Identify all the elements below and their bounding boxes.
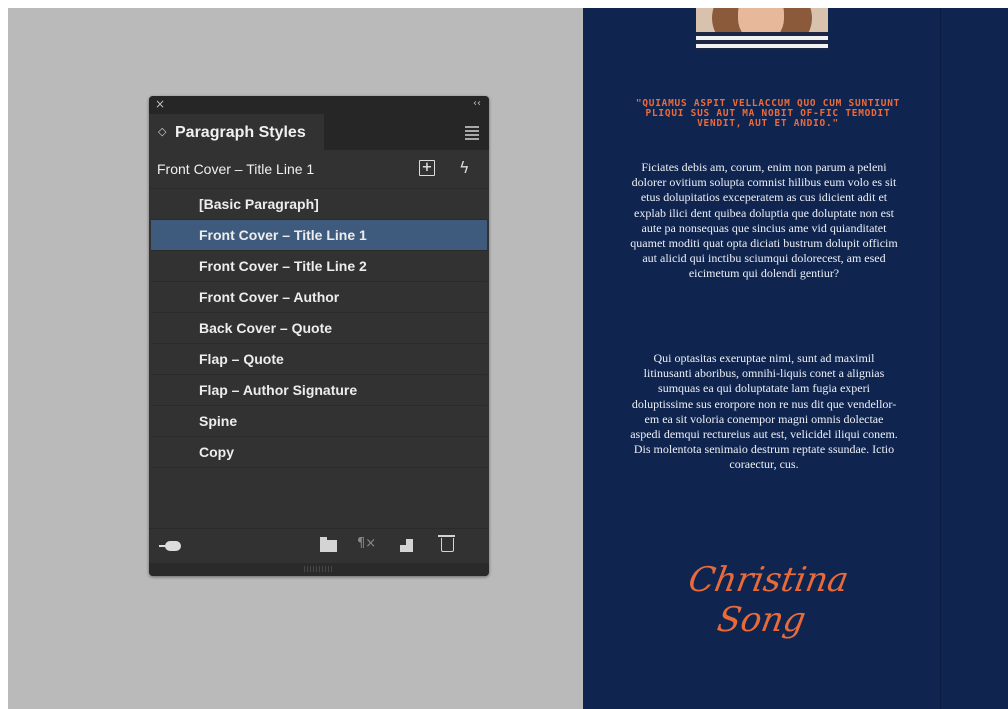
list-item-label: Spine <box>199 413 238 429</box>
tab-expand-icon: ◇ <box>158 125 167 138</box>
list-item-label: Front Cover – Title Line 2 <box>199 258 367 274</box>
tab-paragraph-styles[interactable]: ◇ Paragraph Styles <box>149 114 324 150</box>
flap-body-paragraph-1: Ficiates debis am, corum, enim non parum… <box>630 160 898 281</box>
clear-overrides-icon[interactable]: ¶× <box>357 536 376 551</box>
list-item[interactable]: Back Cover – Quote <box>151 313 487 344</box>
list-item-label: Copy <box>199 444 234 460</box>
flap-quote: "QUIAMUS ASPIT VELLACCUM QUO CUM SUNTIUN… <box>635 98 901 129</box>
collapse-panel-icon[interactable]: ‹‹ <box>473 98 481 109</box>
list-item[interactable]: Flap – Author Signature <box>151 375 487 406</box>
new-style-group-icon[interactable]: + <box>419 160 435 176</box>
close-icon[interactable]: × <box>155 97 165 111</box>
cloud-library-icon[interactable] <box>159 539 181 551</box>
current-style-bar: Front Cover – Title Line 1 + ϟ <box>149 150 489 189</box>
photo-striped-shirt <box>696 32 828 50</box>
list-item-label: Back Cover – Quote <box>199 320 333 336</box>
list-item-selected[interactable]: Front Cover – Title Line 1 <box>151 220 487 251</box>
list-item-label: Flap – Quote <box>199 351 284 367</box>
folder-icon[interactable] <box>320 537 337 552</box>
list-item-label: Front Cover – Title Line 1 <box>199 227 367 243</box>
panel-footer: ¶× <box>149 528 489 563</box>
list-item[interactable]: Flap – Quote <box>151 344 487 375</box>
flap-fold-line <box>940 8 941 709</box>
list-item-label: Front Cover – Author <box>199 289 340 305</box>
quick-apply-icon[interactable]: ϟ <box>459 158 470 177</box>
panel-resize-bar <box>149 563 489 576</box>
panel-menu-icon[interactable] <box>465 126 479 142</box>
tab-label: Paragraph Styles <box>175 124 306 141</box>
panel-title-bar: × ‹‹ <box>149 96 489 114</box>
author-photo <box>696 8 828 50</box>
panel-tab-row: ◇ Paragraph Styles <box>149 114 489 150</box>
list-item[interactable]: Front Cover – Author <box>151 282 487 313</box>
author-signature: Christina Song <box>685 560 852 640</box>
current-style-name: Front Cover – Title Line 1 <box>157 161 315 177</box>
flap-body-paragraph-2: Qui optasitas exeruptae nimi, sunt ad ma… <box>630 351 898 472</box>
list-item[interactable]: [Basic Paragraph] <box>151 189 487 220</box>
list-item[interactable]: Front Cover – Title Line 2 <box>151 251 487 282</box>
book-cover-page: "QUIAMUS ASPIT VELLACCUM QUO CUM SUNTIUN… <box>583 8 1008 709</box>
trash-icon[interactable] <box>438 535 455 552</box>
new-style-icon[interactable] <box>400 539 413 552</box>
list-item-label: Flap – Author Signature <box>199 382 358 398</box>
paragraph-styles-panel: × ‹‹ ◇ Paragraph Styles Front Cover – Ti… <box>149 96 489 576</box>
list-item[interactable]: Copy <box>151 437 487 468</box>
list-item[interactable]: Spine <box>151 406 487 437</box>
resize-grip-icon[interactable] <box>304 566 334 572</box>
list-item-label: [Basic Paragraph] <box>199 196 319 212</box>
style-list: [Basic Paragraph] Front Cover – Title Li… <box>151 189 487 468</box>
